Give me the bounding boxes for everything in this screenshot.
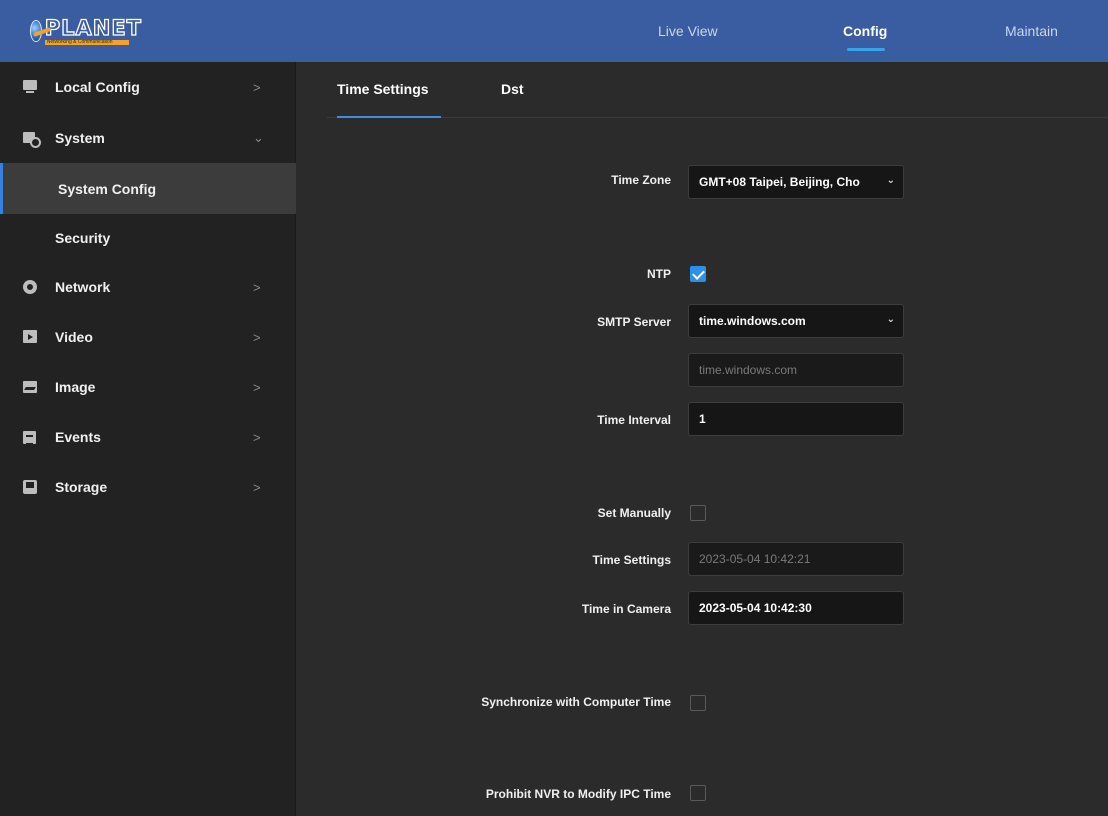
ntp-label: NTP bbox=[647, 267, 671, 281]
tab-divider bbox=[327, 117, 1108, 118]
sidebar-item-storage[interactable]: Storage > bbox=[0, 463, 296, 511]
sidebar-item-label: Image bbox=[55, 379, 96, 395]
time-in-camera-label: Time in Camera bbox=[581, 602, 671, 616]
tab-active-indicator bbox=[337, 116, 441, 118]
top-header: PLANET Networking & Communication Live V… bbox=[0, 0, 1108, 62]
sync-computer-time-checkbox[interactable] bbox=[690, 695, 706, 711]
chevron-right-icon: > bbox=[253, 329, 261, 345]
chevron-right-icon: > bbox=[253, 479, 261, 495]
sidebar-item-label: Events bbox=[55, 429, 101, 445]
prohibit-nvr-checkbox[interactable] bbox=[690, 785, 706, 801]
globe-icon bbox=[30, 20, 42, 42]
storage-icon bbox=[23, 480, 38, 494]
sidebar-item-label: Security bbox=[55, 230, 111, 246]
logo-text: PLANET bbox=[44, 15, 142, 40]
sidebar-item-security[interactable]: Security bbox=[0, 214, 296, 262]
sidebar-item-label: Video bbox=[55, 329, 93, 345]
time-interval-label: Time Interval bbox=[597, 413, 671, 427]
tab-dst[interactable]: Dst bbox=[501, 81, 524, 97]
events-icon bbox=[23, 430, 38, 445]
chevron-down-icon: ⌄ bbox=[886, 314, 895, 325]
chevron-down-icon: ⌄ bbox=[253, 130, 264, 145]
smtp-server-value: time.windows.com bbox=[699, 314, 806, 328]
nav-maintain[interactable]: Maintain bbox=[1005, 0, 1058, 62]
video-icon bbox=[23, 330, 38, 344]
prohibit-nvr-label: Prohibit NVR to Modify IPC Time bbox=[485, 787, 671, 801]
image-icon bbox=[23, 380, 38, 394]
chevron-right-icon: > bbox=[253, 79, 261, 95]
sidebar-item-label: Local Config bbox=[55, 79, 140, 95]
sidebar-item-system[interactable]: System ⌄ bbox=[0, 114, 296, 162]
chevron-down-icon: ⌄ bbox=[886, 175, 895, 186]
time-interval-input[interactable]: 1 bbox=[688, 402, 904, 436]
sidebar-item-events[interactable]: Events > bbox=[0, 413, 296, 461]
time-in-camera-value: 2023-05-04 10:42:30 bbox=[699, 601, 812, 615]
time-in-camera-field: 2023-05-04 10:42:30 bbox=[688, 591, 904, 625]
set-manually-label: Set Manually bbox=[597, 506, 671, 520]
set-manually-checkbox[interactable] bbox=[690, 505, 706, 521]
main-content: Time Settings Dst Time Zone GMT+08 Taipe… bbox=[297, 62, 1108, 816]
sidebar-item-video[interactable]: Video > bbox=[0, 313, 296, 361]
logo-subtext: Networking & Communication bbox=[44, 39, 129, 45]
sidebar-item-label: System Config bbox=[58, 180, 157, 197]
smtp-server-label: SMTP Server bbox=[597, 315, 671, 329]
sidebar-item-label: System bbox=[55, 130, 105, 146]
smtp-custom-input[interactable]: time.windows.com bbox=[688, 353, 904, 387]
tab-bar: Time Settings Dst bbox=[297, 62, 1108, 118]
nav-config[interactable]: Config bbox=[843, 0, 887, 62]
sync-computer-time-label: Synchronize with Computer Time bbox=[481, 695, 671, 709]
time-zone-select[interactable]: GMT+08 Taipei, Beijing, Cho ⌄ bbox=[688, 165, 904, 199]
network-icon bbox=[23, 280, 38, 294]
time-settings-value: 2023-05-04 10:42:21 bbox=[699, 552, 811, 566]
time-settings-input[interactable]: 2023-05-04 10:42:21 bbox=[688, 542, 904, 576]
tab-time-settings[interactable]: Time Settings bbox=[337, 81, 429, 97]
time-interval-value: 1 bbox=[699, 412, 706, 426]
sidebar-item-label: Storage bbox=[55, 479, 108, 495]
chevron-right-icon: > bbox=[253, 429, 261, 445]
nav-active-indicator bbox=[847, 48, 885, 51]
monitor-icon bbox=[23, 80, 38, 94]
sidebar: Local Config > System ⌄ System Config Se… bbox=[0, 62, 296, 816]
sidebar-item-label: Network bbox=[55, 279, 111, 295]
chevron-right-icon: > bbox=[253, 379, 261, 395]
sidebar-item-system-config[interactable]: System Config bbox=[0, 163, 296, 214]
sidebar-item-image[interactable]: Image > bbox=[0, 363, 296, 411]
smtp-server-select[interactable]: time.windows.com ⌄ bbox=[688, 304, 904, 338]
ntp-checkbox[interactable] bbox=[690, 266, 706, 282]
nav-live-view[interactable]: Live View bbox=[658, 0, 718, 62]
smtp-custom-placeholder: time.windows.com bbox=[699, 363, 798, 377]
time-settings-label: Time Settings bbox=[592, 553, 671, 567]
system-icon bbox=[23, 131, 41, 148]
time-zone-value: GMT+08 Taipei, Beijing, Cho bbox=[699, 175, 860, 189]
planet-logo[interactable]: PLANET Networking & Communication bbox=[30, 14, 142, 48]
sidebar-item-network[interactable]: Network > bbox=[0, 263, 296, 311]
sidebar-item-local-config[interactable]: Local Config > bbox=[0, 63, 296, 111]
time-zone-label: Time Zone bbox=[611, 173, 671, 187]
chevron-right-icon: > bbox=[253, 279, 261, 295]
